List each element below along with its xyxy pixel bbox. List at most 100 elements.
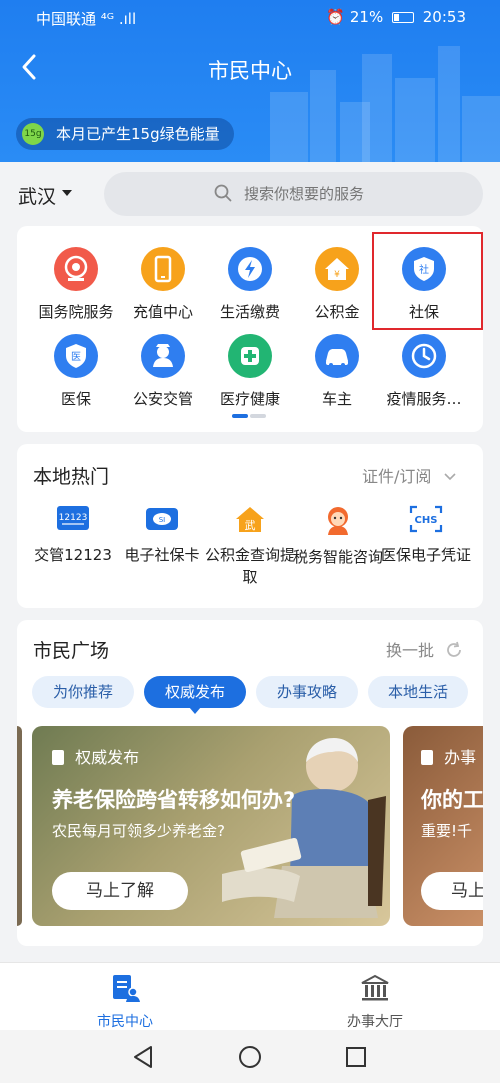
battery-text: 21% <box>349 8 384 26</box>
hot-traffic-12123[interactable]: 12123 交管12123 <box>27 504 119 566</box>
time-text: 20:53 <box>422 8 466 26</box>
nav-service-hall[interactable]: 办事大厅 <box>315 973 435 1031</box>
cert-subscribe-label: 证件/订阅 <box>362 467 432 486</box>
tab-official[interactable]: 权威发布 <box>144 676 246 708</box>
tab-local-life[interactable]: 本地生活 <box>368 676 468 708</box>
learn-more-button[interactable]: 马上了解 <box>52 872 188 910</box>
banner-headline: 养老保险跨省转移如何办? <box>52 788 296 812</box>
plaza-title: 市民广场 <box>33 640 110 662</box>
home-circle-icon[interactable] <box>238 1045 262 1069</box>
service-label: 医疗健康 <box>219 390 280 408</box>
banner2-tag: 办事 <box>421 744 476 768</box>
police-icon <box>141 334 185 378</box>
service-label: 医保 <box>60 390 91 408</box>
medical-icon <box>228 334 272 378</box>
bottom-nav: 市民中心 办事大厅 <box>0 962 500 1030</box>
system-nav-bar <box>0 1030 500 1083</box>
service-car-owner[interactable]: 车主 <box>292 334 382 409</box>
svg-text:¥: ¥ <box>334 270 340 280</box>
hot-label: 税务智能咨询 <box>292 548 383 566</box>
refresh-label: 换一批 <box>386 641 435 660</box>
hot-chs[interactable]: CHS 医保电子凭证 <box>380 504 472 566</box>
building-decoration <box>270 92 308 162</box>
banner2-subtitle: 重要!千 <box>421 822 473 840</box>
state-council-icon <box>54 247 98 291</box>
banner-subtitle: 农民每月可领多少养老金? <box>52 822 225 840</box>
highlight-annotation-box <box>372 232 483 330</box>
next-banner-card[interactable]: 办事 你的工 重要!千 马上 <box>403 726 483 926</box>
recents-square-icon[interactable] <box>345 1046 367 1068</box>
service-police-traffic[interactable]: 公安交管 <box>118 334 208 409</box>
tax-assistant-icon <box>328 507 348 535</box>
status-bar: 中国联通 ⁴ᴳ .ıll ⏰ 21% 20:53 <box>0 0 500 34</box>
service-utilities[interactable]: 生活缴费 <box>205 247 295 322</box>
svg-text:12123: 12123 <box>59 513 88 523</box>
search-row: 武汉 <box>0 162 500 222</box>
building-decoration <box>462 96 500 162</box>
banner-card[interactable]: 权威发布 养老保险跨省转移如何办? 农民每月可领多少养老金? 马上了解 <box>32 726 390 926</box>
service-recharge[interactable]: 充值中心 <box>118 247 208 322</box>
nav-label: 市民中心 <box>97 1014 153 1030</box>
document-icon <box>52 750 64 765</box>
banner2-headline: 你的工 <box>421 788 483 812</box>
social-card-icon: SI <box>146 508 178 530</box>
banner-tag-label: 权威发布 <box>75 748 140 767</box>
refresh-icon <box>447 641 462 657</box>
back-triangle-icon[interactable] <box>132 1045 154 1069</box>
green-energy-pill[interactable]: 15g 本月已产生15g绿色能量 <box>16 118 234 150</box>
nav-label: 办事大厅 <box>347 1014 403 1030</box>
service-label: 公积金 <box>314 303 360 321</box>
chevron-down-icon <box>443 473 456 481</box>
cert-subscribe-link[interactable]: 证件/订阅 <box>362 463 457 487</box>
service-label: 充值中心 <box>132 303 193 321</box>
header: 中国联通 ⁴ᴳ .ıll ⏰ 21% 20:53 市民中心 15g 本月已产生1… <box>0 0 500 162</box>
svg-text:CHS: CHS <box>415 515 438 526</box>
service-label: 国务院服务 <box>38 303 114 321</box>
service-label: 疫情服务… <box>386 390 462 408</box>
document-icon <box>421 750 433 765</box>
energy-text: 本月已产生15g绿色能量 <box>56 125 220 143</box>
banner2-button[interactable]: 马上 <box>421 872 483 910</box>
housing-fund-icon: 武 <box>236 507 264 532</box>
hot-social-card[interactable]: SI 电子社保卡 <box>116 504 208 566</box>
local-hot-title: 本地热门 <box>33 466 110 488</box>
chs-icon: CHS <box>409 505 443 533</box>
energy-badge-icon: 15g <box>22 123 44 145</box>
svg-text:武: 武 <box>245 519 256 532</box>
search-input[interactable] <box>244 182 464 206</box>
service-label: 生活缴费 <box>219 303 280 321</box>
service-medical-insurance[interactable]: 医 医保 <box>31 334 121 409</box>
building-decoration <box>395 78 435 162</box>
clock-icon <box>402 334 446 378</box>
page-indicator <box>232 414 266 418</box>
citizen-center-icon <box>113 975 140 1002</box>
hall-icon <box>361 974 389 1001</box>
svg-text:医: 医 <box>71 351 81 363</box>
search-box[interactable] <box>104 172 483 216</box>
search-icon <box>214 184 232 202</box>
tab-guide[interactable]: 办事攻略 <box>256 676 358 708</box>
refresh-button[interactable]: 换一批 <box>386 637 463 661</box>
hot-label: 公积金查询提取 <box>204 546 295 586</box>
banner2-tag-label: 办事 <box>444 748 477 767</box>
carrier-text: 中国联通 ⁴ᴳ .ıll <box>36 10 137 28</box>
house-icon: ¥ <box>315 247 359 291</box>
service-housing-fund[interactable]: ¥ 公积金 <box>292 247 382 322</box>
page-title: 市民中心 <box>208 59 292 83</box>
traffic-12123-icon: 12123 <box>57 506 89 530</box>
prev-banner-peek[interactable] <box>17 726 22 926</box>
hot-label: 电子社保卡 <box>124 546 200 564</box>
service-medical-health[interactable]: 医疗健康 <box>205 334 295 409</box>
phone-icon <box>141 247 185 291</box>
service-label: 公安交管 <box>132 390 193 408</box>
nav-citizen-center[interactable]: 市民中心 <box>65 973 185 1031</box>
alarm-icon: ⏰ <box>326 8 346 26</box>
service-epidemic[interactable]: 疫情服务… <box>379 334 469 409</box>
lightning-icon <box>228 247 272 291</box>
service-state-council[interactable]: 国务院服务 <box>31 247 121 322</box>
city-selector[interactable]: 武汉 <box>18 182 56 209</box>
hot-tax-assistant[interactable]: 税务智能咨询 <box>292 504 384 568</box>
caret-down-icon[interactable] <box>62 190 72 196</box>
tab-recommend[interactable]: 为你推荐 <box>32 676 134 708</box>
hot-housing-fund[interactable]: 武 公积金查询提取 <box>204 504 296 588</box>
